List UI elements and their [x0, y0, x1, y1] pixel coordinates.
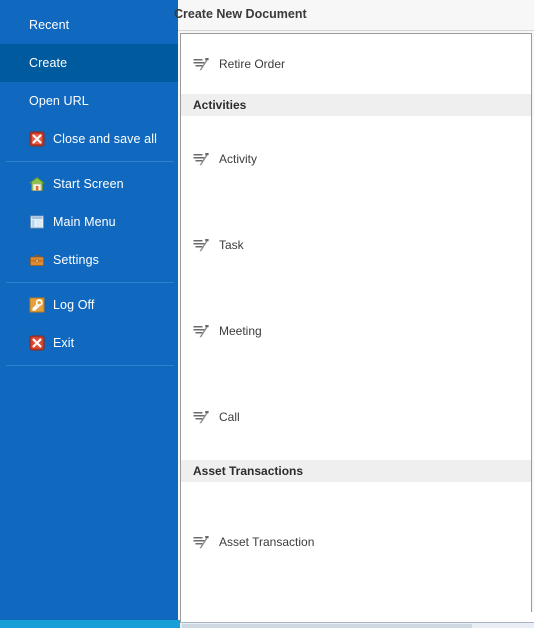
document-type-list-panel: Retire Order Activities Activity Task Me… [180, 33, 532, 616]
home-icon [29, 176, 45, 192]
group-header-activities: Activities [181, 94, 531, 116]
list-item[interactable]: Call [181, 374, 531, 460]
new-document-icon [193, 534, 210, 550]
close-save-icon [29, 131, 45, 147]
sidebar-item-recent[interactable]: Recent [0, 6, 180, 44]
group-header-asset-transactions: Asset Transactions [181, 460, 531, 482]
group-header-label: Activities [193, 98, 247, 112]
list-item[interactable]: Task [181, 202, 531, 288]
sidebar-item-create[interactable]: Create [0, 44, 180, 82]
new-document-icon [193, 409, 210, 425]
main-menu-icon [29, 214, 45, 230]
sidebar-item-label: Settings [53, 253, 99, 267]
sidebar-item-open-url[interactable]: Open URL [0, 82, 180, 120]
list-item-label: Call [219, 410, 240, 424]
sidebar-item-label: Open URL [29, 94, 89, 108]
sidebar-item-label: Exit [53, 336, 75, 350]
sidebar-item-settings[interactable]: Settings [0, 241, 180, 279]
list-item[interactable]: Asset Transaction [181, 482, 531, 602]
horizontal-scrollbar-thumb[interactable] [182, 624, 472, 628]
sidebar-bottom-accent [0, 620, 180, 628]
sidebar-item-start-screen[interactable]: Start Screen [0, 165, 180, 203]
sidebar-item-log-off[interactable]: Log Off [0, 286, 180, 324]
group-header-label: Asset Transactions [193, 464, 304, 478]
header-divider [178, 30, 534, 31]
pane-header: Create New Document [174, 0, 534, 31]
list-item-label: Meeting [219, 324, 262, 338]
sidebar-item-label: Create [29, 56, 68, 70]
briefcase-icon [29, 252, 45, 268]
sidebar-item-label: Recent [29, 18, 70, 32]
sidebar-item-label: Start Screen [53, 177, 124, 191]
list-item[interactable]: Retire Order [181, 34, 531, 94]
sidebar-divider [6, 365, 174, 366]
list-item[interactable]: Meeting [181, 288, 531, 374]
horizontal-scrollbar[interactable] [180, 622, 534, 628]
new-document-icon [193, 56, 210, 72]
new-document-icon [193, 151, 210, 167]
list-item[interactable]: Activity [181, 116, 531, 202]
sidebar-item-label: Close and save all [53, 132, 157, 146]
exit-icon [29, 335, 45, 351]
sidebar-item-label: Main Menu [53, 215, 116, 229]
sidebar-item-main-menu[interactable]: Main Menu [0, 203, 180, 241]
sidebar-item-label: Log Off [53, 298, 95, 312]
panel-bottom-edge [180, 612, 534, 622]
create-new-document-pane: Create New Document Retire Order Activit… [174, 0, 534, 628]
left-navigation-sidebar: Recent Create Open URL Close and save al… [0, 0, 180, 620]
list-item-label: Asset Transaction [219, 535, 315, 549]
key-icon [29, 297, 45, 313]
application-window: Recent Create Open URL Close and save al… [0, 0, 534, 628]
list-item-label: Activity [219, 152, 258, 166]
new-document-icon [193, 237, 210, 253]
sidebar-item-exit[interactable]: Exit [0, 324, 180, 362]
list-item-label: Task [219, 238, 244, 252]
new-document-icon [193, 323, 210, 339]
list-item-label: Retire Order [219, 57, 286, 71]
sidebar-item-close-and-save-all[interactable]: Close and save all [0, 120, 180, 158]
page-title: Create New Document [174, 7, 307, 21]
